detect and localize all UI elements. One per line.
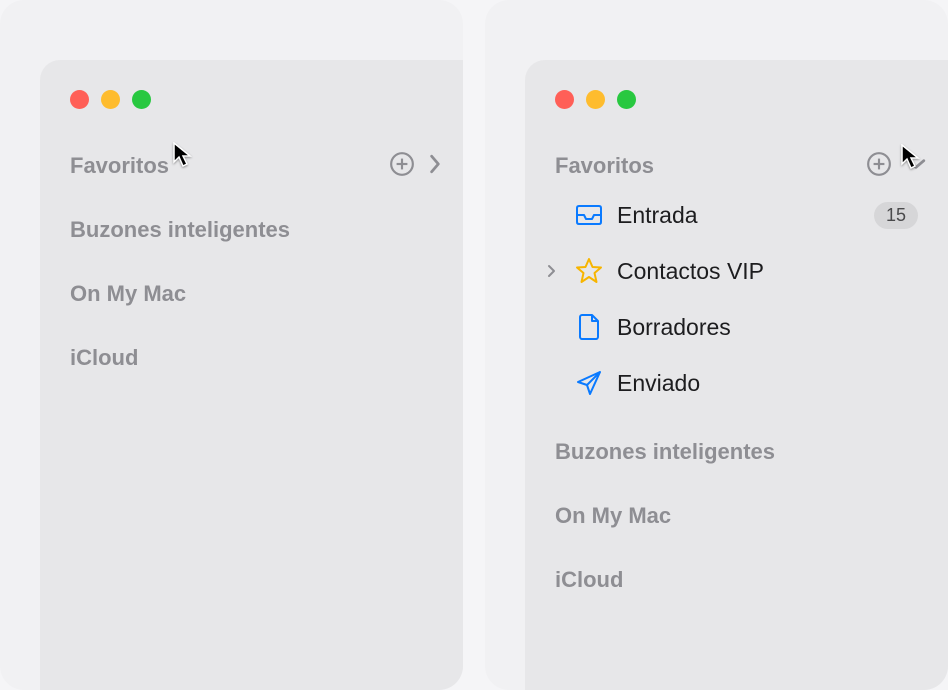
section-title: On My Mac — [555, 503, 671, 529]
maximize-button[interactable] — [132, 90, 151, 109]
section-header-icloud[interactable]: iCloud — [525, 565, 948, 595]
section-title: Favoritos — [555, 153, 654, 179]
section-header-smart[interactable]: Buzones inteligentes — [525, 437, 948, 467]
star-icon — [575, 257, 603, 285]
mailbox-label: Enviado — [617, 370, 918, 397]
mail-window-right: Favoritos Entrada 15 — [525, 60, 948, 690]
sidebar-expanded-panel: Favoritos Entrada 15 — [485, 0, 948, 690]
maximize-button[interactable] — [617, 90, 636, 109]
document-icon — [575, 313, 603, 341]
section-header-smart[interactable]: Buzones inteligentes — [40, 215, 463, 245]
chevron-right-icon[interactable] — [429, 154, 441, 179]
minimize-button[interactable] — [586, 90, 605, 109]
mailbox-label: Borradores — [617, 314, 918, 341]
section-title: On My Mac — [70, 281, 186, 307]
minimize-button[interactable] — [101, 90, 120, 109]
mailbox-inbox[interactable]: Entrada 15 — [541, 191, 926, 239]
traffic-lights — [40, 90, 463, 109]
sidebar-collapsed-panel: Favoritos Buzones inteligentes On My Mac… — [0, 0, 463, 690]
favorites-list: Entrada 15 Contactos VIP Borradores — [525, 191, 948, 407]
traffic-lights — [525, 90, 948, 109]
add-icon[interactable] — [866, 151, 892, 182]
section-header-favorites[interactable]: Favoritos — [40, 151, 463, 181]
section-title: iCloud — [70, 345, 138, 371]
mailbox-vip[interactable]: Contactos VIP — [541, 247, 926, 295]
mailbox-sent[interactable]: Enviado — [541, 359, 926, 407]
section-title: iCloud — [555, 567, 623, 593]
section-header-onmymac[interactable]: On My Mac — [525, 501, 948, 531]
mailbox-label: Entrada — [617, 202, 860, 229]
section-actions — [389, 151, 441, 182]
section-header-favorites[interactable]: Favoritos — [525, 151, 948, 181]
close-button[interactable] — [555, 90, 574, 109]
disclosure-toggle[interactable] — [541, 264, 561, 278]
section-title: Favoritos — [70, 153, 169, 179]
mailbox-label: Contactos VIP — [617, 258, 918, 285]
section-title: Buzones inteligentes — [70, 217, 290, 243]
section-title: Buzones inteligentes — [555, 439, 775, 465]
mailbox-drafts[interactable]: Borradores — [541, 303, 926, 351]
section-header-onmymac[interactable]: On My Mac — [40, 279, 463, 309]
mail-window-left: Favoritos Buzones inteligentes On My Mac… — [40, 60, 463, 690]
chevron-down-icon[interactable] — [906, 157, 926, 175]
unread-badge: 15 — [874, 202, 918, 229]
add-icon[interactable] — [389, 151, 415, 182]
section-header-icloud[interactable]: iCloud — [40, 343, 463, 373]
section-actions — [866, 151, 926, 182]
close-button[interactable] — [70, 90, 89, 109]
paper-plane-icon — [575, 369, 603, 397]
inbox-icon — [575, 201, 603, 229]
